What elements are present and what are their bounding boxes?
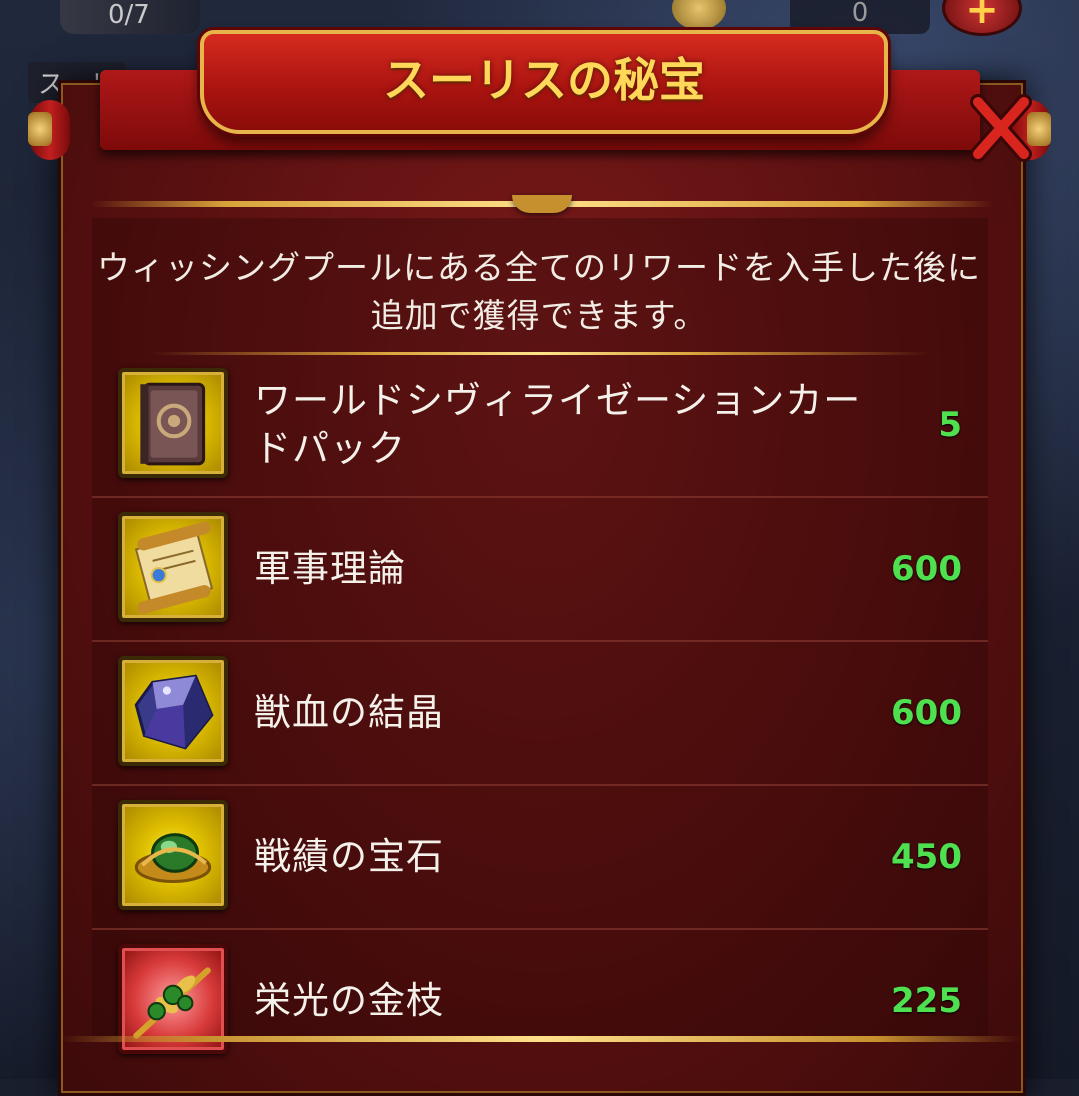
header-ornament: [512, 195, 572, 213]
list-item: 軍事理論 600: [92, 498, 988, 642]
item-frame[interactable]: [118, 800, 228, 910]
item-frame[interactable]: [118, 512, 228, 622]
item-count: 600: [891, 549, 962, 589]
item-name: ワールドシヴィライゼーションカードパック: [254, 379, 862, 470]
crystal-icon: [134, 674, 214, 750]
golden-branch-icon: [133, 967, 211, 1039]
popup-title: スーリスの秘宝: [383, 53, 705, 107]
item-frame[interactable]: [118, 368, 228, 478]
item-name: 軍事理論: [254, 547, 406, 590]
list-item: 栄光の金枝 225: [92, 930, 988, 1072]
card-pack-icon: [140, 382, 206, 466]
close-button[interactable]: [962, 88, 1042, 168]
item-name: 戦績の宝石: [254, 835, 444, 878]
top-progress-counter: 0/7: [60, 0, 200, 34]
close-icon: [970, 94, 1032, 162]
item-count: 600: [891, 693, 962, 733]
list-item: 獣血の結晶 600: [92, 642, 988, 786]
item-name: 栄光の金枝: [254, 979, 444, 1022]
item-name: 獣血の結晶: [254, 691, 444, 734]
item-count: 5: [938, 405, 962, 445]
item-frame[interactable]: [118, 656, 228, 766]
title-banner: スーリスの秘宝: [200, 30, 888, 134]
top-currency-value: 0: [790, 0, 930, 34]
item-count: 450: [891, 837, 962, 877]
list-item: ワールドシヴィライゼーションカードパック 5: [92, 354, 988, 498]
scroll-icon: [134, 521, 214, 614]
bottom-divider: [60, 1036, 1020, 1042]
item-count: 225: [891, 981, 962, 1021]
reward-description: ウィッシングプールにある全てのリワードを入手した後に追加で獲得できます。: [97, 248, 981, 335]
gem-icon: [134, 833, 212, 884]
ribbon-cap-left: [28, 112, 52, 146]
reward-list: ワールドシヴィライゼーションカードパック 5 軍事理論 600 獣血の結晶 60…: [92, 354, 988, 1072]
list-item: 戦績の宝石 450: [92, 786, 988, 930]
